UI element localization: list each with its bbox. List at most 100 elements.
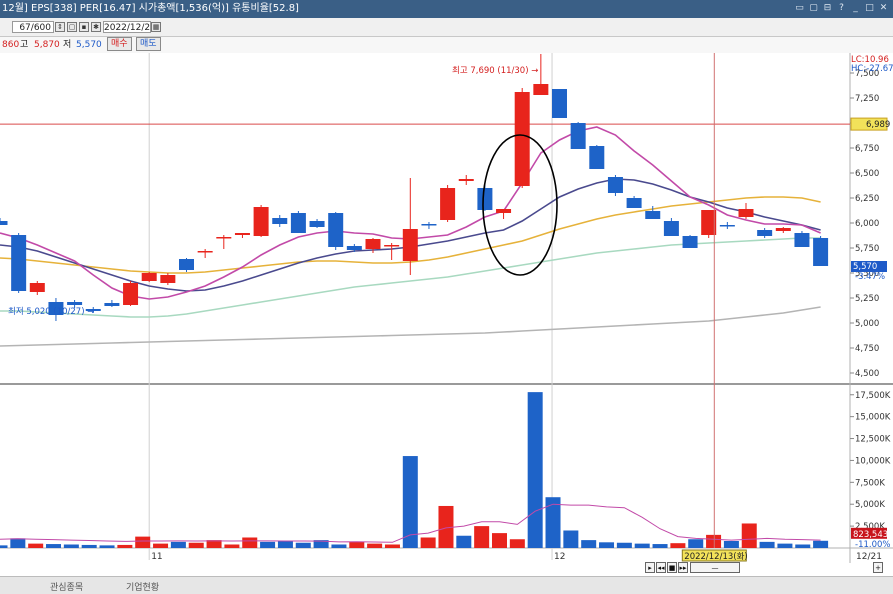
volume-panel [0, 386, 850, 548]
volume-bar [599, 542, 615, 548]
volume-bar [46, 544, 62, 548]
candle-body [496, 209, 512, 213]
candle-body [197, 251, 213, 253]
y-tick-label: 7,250 [855, 94, 879, 104]
volume-bar [0, 545, 8, 548]
candle-body [458, 179, 474, 181]
candle-body [589, 146, 605, 169]
volume-tick-label: 10,000K [855, 456, 891, 466]
scroll-prev-button[interactable]: ◂◂ [656, 562, 666, 573]
current-change-label: -3.47% [855, 272, 885, 282]
y-tick-label: 6,750 [855, 144, 879, 154]
candle-body [365, 239, 381, 249]
candle-body [179, 259, 194, 270]
candle-body [272, 218, 288, 224]
spin-icon[interactable]: ⇕ [55, 22, 65, 32]
tab-watchlist[interactable]: 관심종목 [50, 580, 83, 593]
scroll-next-button[interactable]: ▸▸ [678, 562, 688, 573]
window-titlebar: 12월] EPS[338] PER[16.47] 시가총액[1,536(억)] … [0, 0, 893, 18]
stock-chart[interactable]: 11 12 4,5004,7505,0005,2505,5005,7506,000… [0, 53, 893, 576]
save-icon[interactable]: ▪ [79, 22, 89, 32]
right-edge-date: 12/21 [856, 552, 882, 562]
y-tick-label: 6,500 [855, 169, 879, 179]
scroll-bar[interactable]: — [690, 562, 740, 573]
volume-bar [99, 545, 115, 548]
volume-bar [188, 542, 204, 548]
low-value: 5,570 [76, 40, 102, 50]
volume-bar [384, 544, 400, 548]
candle-body [663, 221, 679, 236]
candle-body [645, 211, 661, 219]
volume-bar [581, 540, 597, 548]
zoom-in-button[interactable]: + [873, 562, 883, 573]
y-tick-label: 6,000 [855, 219, 879, 229]
price-panel [0, 53, 850, 383]
volume-bar [295, 542, 311, 548]
layout-icon[interactable]: ▭ [794, 3, 805, 14]
volume-bar [277, 540, 293, 548]
buy-button[interactable]: 매수 [107, 37, 132, 51]
stop-button[interactable]: ■ [667, 562, 677, 573]
tab-company[interactable]: 기업현황 [126, 580, 159, 593]
volume-bar [170, 541, 186, 548]
ref-price-label: 6,989 [866, 120, 890, 130]
y-tick-label: 4,500 [855, 369, 879, 379]
chart-toolbar: 67/600 ⇕ ▢ ▪ ✱ 2022/12/21 ▦ [0, 18, 893, 37]
volume-bar [563, 530, 579, 548]
sell-button[interactable]: 매도 [136, 37, 161, 51]
volume-bar [527, 392, 543, 548]
candle-body [67, 302, 83, 305]
volume-bar [759, 541, 775, 548]
minimize-icon[interactable]: _ [850, 3, 861, 14]
volume-bar [741, 523, 757, 548]
candle-body [402, 229, 418, 261]
volume-tick-label: 5,000K [855, 500, 885, 510]
volume-bar [777, 543, 793, 548]
low-label: 저 [63, 40, 72, 50]
candle-body [328, 213, 344, 247]
y-tick-label: 6,250 [855, 194, 879, 204]
volume-bar [616, 542, 632, 548]
volume-bar [474, 526, 490, 548]
current-price-label: 5,570 [853, 262, 877, 272]
volume-tick-label: 12,500K [855, 435, 891, 445]
volume-bar [634, 543, 650, 548]
candle-body [775, 228, 791, 231]
candle-body [738, 209, 754, 217]
scroll-first-button[interactable]: ▸ [645, 562, 655, 573]
calendar-icon[interactable]: ▦ [151, 22, 161, 32]
candle-body [570, 123, 586, 149]
volume-tick-label: 7,500K [855, 478, 885, 488]
volume-bar [456, 535, 472, 548]
count-field[interactable]: 67/600 [12, 21, 54, 33]
price-summary: 860 고 5,870 저 5,570 매수 매도 [0, 37, 893, 53]
candle-body [346, 246, 362, 250]
x-tick-label: 11 [151, 552, 162, 562]
volume-bar [135, 536, 151, 548]
high-annotation: 최고 7,690 (11/30) → [452, 65, 538, 76]
candle-body [0, 221, 8, 225]
candle-body [123, 283, 139, 305]
volume-bar [153, 543, 169, 548]
maximize-icon[interactable]: □ [864, 3, 875, 14]
volume-bar [652, 544, 668, 548]
volume-bar [723, 540, 739, 548]
volume-bar [349, 541, 365, 548]
volume-bar [795, 544, 811, 548]
candle-body [141, 273, 157, 281]
hc-label: HC:-27.67 [851, 64, 893, 74]
checkbox-icon[interactable]: ▢ [67, 22, 77, 32]
volume-tick-label: 15,000K [855, 413, 891, 423]
volume-tick-label: 17,500K [855, 391, 891, 401]
volume-bar [491, 533, 507, 548]
settings-icon[interactable]: ⊟ [822, 3, 833, 14]
crosshair-date-label: 2022/12/13(화) [684, 552, 747, 562]
close-icon[interactable]: ✕ [878, 3, 889, 14]
candle-body [11, 235, 27, 291]
date-field[interactable]: 2022/12/21 [103, 21, 156, 33]
candle-body [813, 238, 829, 266]
gear-icon[interactable]: ✱ [91, 22, 101, 32]
help-icon[interactable]: ? [836, 3, 847, 14]
candle-body [104, 303, 120, 306]
restore-icon[interactable]: ▢ [808, 3, 819, 14]
